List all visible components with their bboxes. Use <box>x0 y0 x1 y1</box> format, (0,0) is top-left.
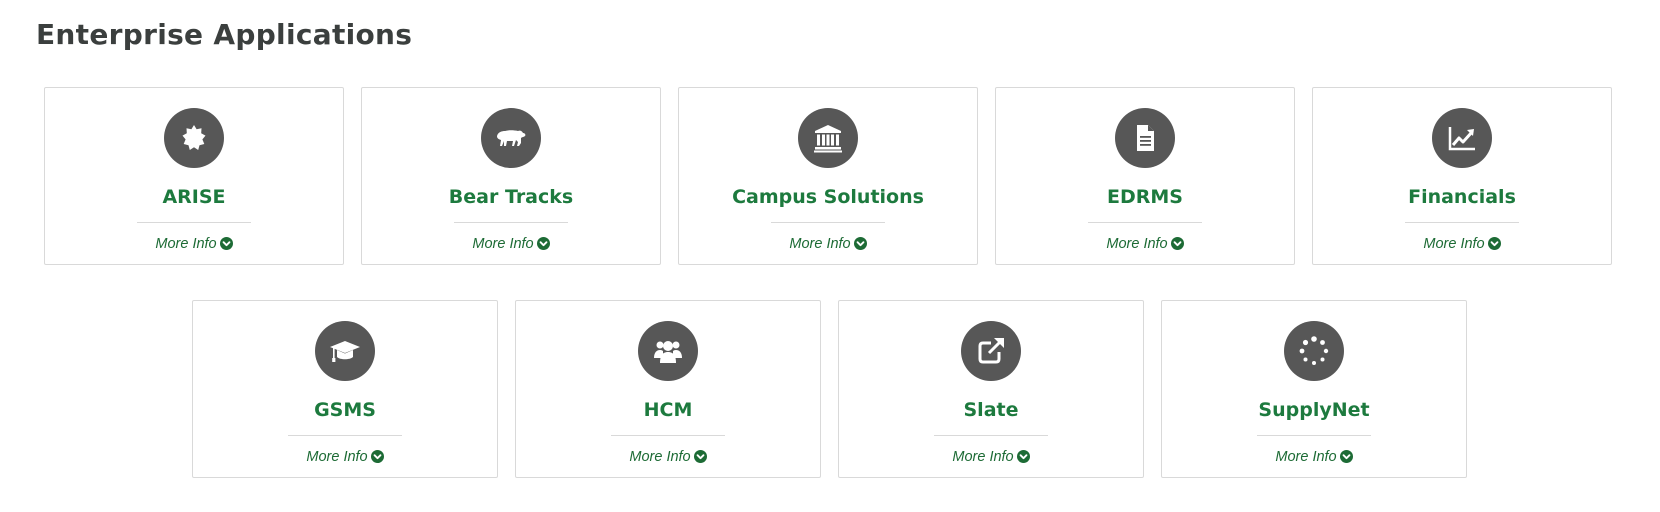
more-info-slate[interactable]: More Info <box>839 449 1143 465</box>
more-info-label: More Info <box>952 449 1014 465</box>
chevron-down-icon <box>1170 237 1184 250</box>
more-info-bear-tracks[interactable]: More Info <box>362 236 660 252</box>
app-name-bear-tracks[interactable]: Bear Tracks <box>362 186 660 208</box>
chevron-down-icon <box>536 237 550 250</box>
more-info-financials[interactable]: More Info <box>1313 236 1611 252</box>
app-card-supplynet[interactable]: SupplyNet More Info <box>1161 300 1467 478</box>
app-name-financials[interactable]: Financials <box>1313 186 1611 208</box>
more-info-label: More Info <box>1423 236 1485 252</box>
chevron-down-icon <box>693 450 707 463</box>
divider <box>771 222 885 223</box>
chevron-down-icon <box>219 237 233 250</box>
app-card-row: ARISE More Info Bear Tracks More Info Ca… <box>44 87 1660 265</box>
line-chart-icon <box>1432 108 1492 168</box>
app-name-edrms[interactable]: EDRMS <box>996 186 1294 208</box>
app-card-campus-solutions[interactable]: Campus Solutions More Info <box>678 87 978 265</box>
more-info-hcm[interactable]: More Info <box>516 449 820 465</box>
users-icon <box>638 321 698 381</box>
app-card-arise[interactable]: ARISE More Info <box>44 87 344 265</box>
app-card-slate[interactable]: Slate More Info <box>838 300 1144 478</box>
chevron-down-icon <box>1016 450 1030 463</box>
more-info-campus-solutions[interactable]: More Info <box>679 236 977 252</box>
badge-icon <box>164 108 224 168</box>
external-link-icon <box>961 321 1021 381</box>
spinner-icon <box>1284 321 1344 381</box>
more-info-edrms[interactable]: More Info <box>996 236 1294 252</box>
divider <box>1405 222 1519 223</box>
app-name-gsms[interactable]: GSMS <box>193 399 497 421</box>
app-name-supplynet[interactable]: SupplyNet <box>1162 399 1466 421</box>
more-info-label: More Info <box>789 236 851 252</box>
more-info-label: More Info <box>629 449 691 465</box>
app-name-arise[interactable]: ARISE <box>45 186 343 208</box>
more-info-gsms[interactable]: More Info <box>193 449 497 465</box>
graduation-cap-icon <box>315 321 375 381</box>
document-icon <box>1115 108 1175 168</box>
divider <box>1088 222 1202 223</box>
app-card-edrms[interactable]: EDRMS More Info <box>995 87 1295 265</box>
bear-icon <box>481 108 541 168</box>
app-card-gsms[interactable]: GSMS More Info <box>192 300 498 478</box>
chevron-down-icon <box>370 450 384 463</box>
app-name-hcm[interactable]: HCM <box>516 399 820 421</box>
app-card-row: GSMS More Info HCM More Info Slate More … <box>192 300 1660 478</box>
app-card-bear-tracks[interactable]: Bear Tracks More Info <box>361 87 661 265</box>
more-info-supplynet[interactable]: More Info <box>1162 449 1466 465</box>
app-card-financials[interactable]: Financials More Info <box>1312 87 1612 265</box>
page-title: Enterprise Applications <box>36 18 413 51</box>
divider <box>934 435 1048 436</box>
institution-icon <box>798 108 858 168</box>
more-info-arise[interactable]: More Info <box>45 236 343 252</box>
divider <box>454 222 568 223</box>
more-info-label: More Info <box>155 236 217 252</box>
more-info-label: More Info <box>1106 236 1168 252</box>
divider <box>137 222 251 223</box>
divider <box>288 435 402 436</box>
chevron-down-icon <box>1339 450 1353 463</box>
app-name-slate[interactable]: Slate <box>839 399 1143 421</box>
more-info-label: More Info <box>472 236 534 252</box>
more-info-label: More Info <box>306 449 368 465</box>
app-name-campus-solutions[interactable]: Campus Solutions <box>679 186 977 208</box>
divider <box>1257 435 1371 436</box>
divider <box>611 435 725 436</box>
app-card-hcm[interactable]: HCM More Info <box>515 300 821 478</box>
more-info-label: More Info <box>1275 449 1337 465</box>
chevron-down-icon <box>853 237 867 250</box>
chevron-down-icon <box>1487 237 1501 250</box>
